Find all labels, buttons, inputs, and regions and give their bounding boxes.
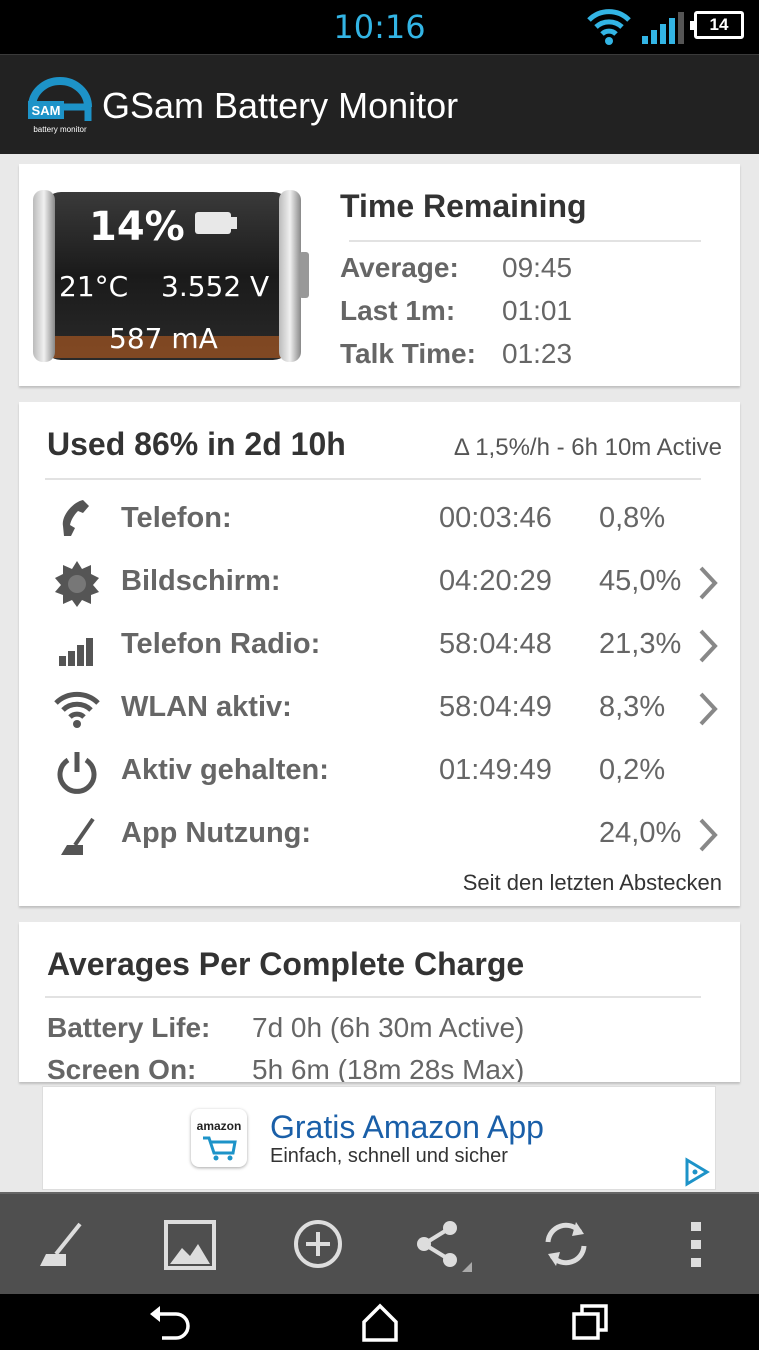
cart-icon xyxy=(203,1136,237,1161)
time-remaining-row: Average: 09:45 xyxy=(340,252,572,284)
back-icon[interactable] xyxy=(148,1302,192,1342)
refresh-icon[interactable] xyxy=(534,1212,598,1276)
usage-subtitle: Δ 1,5%/h - 6h 10m Active xyxy=(453,434,722,461)
row-label: App Nutzung: xyxy=(121,817,312,849)
battery-voltage: 3.552 V xyxy=(161,270,270,303)
signal-bars-icon xyxy=(59,638,93,666)
recents-icon[interactable] xyxy=(568,1302,612,1342)
action-bar: SAM battery monitor GSam Battery Monitor xyxy=(0,54,759,154)
row-label: Talk Time: xyxy=(340,338,476,369)
averages-card: Averages Per Complete Charge Battery Lif… xyxy=(19,922,740,1082)
time-remaining-title: Time Remaining xyxy=(340,188,587,224)
row-time: 58:04:48 xyxy=(439,628,552,660)
home-icon[interactable] xyxy=(358,1302,402,1342)
row-label: Telefon: xyxy=(121,502,232,534)
averages-row: Battery Life: 7d 0h (6h 30m Active) xyxy=(47,1012,524,1044)
share-icon[interactable] xyxy=(410,1212,474,1276)
row-time: 00:03:46 xyxy=(439,502,552,534)
chevron-right-icon[interactable] xyxy=(697,817,719,853)
row-value: 01:01 xyxy=(502,295,573,326)
usage-card: Used 86% in 2d 10h Δ 1,5%/h - 6h 10m Act… xyxy=(19,402,740,906)
usage-row-telefon-radio[interactable]: Telefon Radio: 58:04:48 21,3% xyxy=(19,614,740,674)
row-value: 09:45 xyxy=(502,252,573,283)
logo-subtext: battery monitor xyxy=(33,125,87,134)
wifi-icon xyxy=(54,691,100,728)
power-icon xyxy=(57,752,97,794)
row-label: Last 1m: xyxy=(340,295,456,326)
chevron-right-icon[interactable] xyxy=(697,565,719,601)
chevron-right-icon[interactable] xyxy=(697,691,719,727)
app-title: GSam Battery Monitor xyxy=(102,85,459,126)
row-value: 5h 6m (18m 28s Max) xyxy=(252,1054,525,1082)
usage-row-app-nutzung[interactable]: App Nutzung: 24,0% xyxy=(19,803,740,863)
row-label: Bildschirm: xyxy=(121,565,281,597)
bottom-action-bar xyxy=(0,1192,759,1294)
ad-subtitle: Einfach, schnell und sicher xyxy=(270,1145,508,1167)
averages-title: Averages Per Complete Charge xyxy=(47,946,525,982)
adchoices-icon[interactable] xyxy=(681,1157,711,1187)
battery-temperature: 21°C xyxy=(59,270,129,303)
row-percent: 0,8% xyxy=(599,502,666,534)
usage-title: Used 86% in 2d 10h xyxy=(47,426,346,462)
row-percent: 0,2% xyxy=(599,754,666,786)
battery-icon: 14 xyxy=(690,11,744,39)
usage-row-telefon[interactable]: Telefon: 00:03:46 0,8% xyxy=(19,488,740,548)
usage-row-aktiv-gehalten[interactable]: Aktiv gehalten: 01:49:49 0,2% xyxy=(19,740,740,800)
row-percent: 24,0% xyxy=(599,817,682,849)
usage-row-wlan[interactable]: WLAN aktiv: 58:04:49 8,3% xyxy=(19,677,740,737)
row-percent: 21,3% xyxy=(599,628,682,660)
row-time: 04:20:29 xyxy=(439,565,552,597)
gauge-icon xyxy=(61,817,95,855)
divider xyxy=(349,240,701,242)
row-percent: 8,3% xyxy=(599,691,666,723)
amazon-logo-icon: amazon xyxy=(191,1109,247,1167)
averages-row: Screen On: 5h 6m (18m 28s Max) xyxy=(47,1054,524,1082)
row-time: 58:04:49 xyxy=(439,691,552,723)
row-label: Aktiv gehalten: xyxy=(121,754,329,786)
row-value: 7d 0h (6h 30m Active) xyxy=(252,1012,525,1043)
logo-text: SAM xyxy=(32,103,61,118)
time-remaining-row: Talk Time: 01:23 xyxy=(340,338,572,370)
ad-title[interactable]: Gratis Amazon App xyxy=(270,1109,544,1146)
system-nav-bar xyxy=(0,1294,759,1350)
row-label: Average: xyxy=(340,252,459,283)
brightness-icon xyxy=(55,561,99,607)
row-label: Telefon Radio: xyxy=(121,628,321,660)
row-value: 01:23 xyxy=(502,338,573,369)
wifi-icon xyxy=(587,9,631,45)
signal-icon xyxy=(642,12,684,44)
battery-current: 587 mA xyxy=(109,322,218,355)
add-circle-icon[interactable] xyxy=(286,1212,350,1276)
battery-level-text: 14 xyxy=(709,15,729,34)
image-icon[interactable] xyxy=(158,1212,222,1276)
gauge-icon[interactable] xyxy=(32,1212,96,1276)
time-remaining-row: Last 1m: 01:01 xyxy=(340,295,572,327)
ad-banner[interactable]: amazon Gratis Amazon App Einfach, schnel… xyxy=(42,1086,716,1190)
usage-row-bildschirm[interactable]: Bildschirm: 04:20:29 45,0% xyxy=(19,551,740,611)
row-time: 01:49:49 xyxy=(439,754,552,786)
status-bar: 10:16 14 xyxy=(0,0,759,54)
row-label: WLAN aktiv: xyxy=(121,691,292,723)
phone-icon xyxy=(62,500,89,536)
amazon-logo-text: amazon xyxy=(196,1119,242,1133)
row-label: Battery Life: xyxy=(47,1012,211,1043)
divider xyxy=(45,478,701,480)
row-label: Screen On: xyxy=(47,1054,197,1082)
usage-footer: Seit den letzten Abstecken xyxy=(462,870,722,895)
row-percent: 45,0% xyxy=(599,565,682,597)
divider xyxy=(45,996,701,998)
battery-percent: 14% xyxy=(89,204,185,250)
chevron-right-icon[interactable] xyxy=(697,628,719,664)
battery-status-card: 14% 21°C 3.552 V 587 mA Time Remaining A… xyxy=(19,164,740,386)
gsam-logo-icon[interactable]: SAM battery monitor xyxy=(24,77,96,135)
overflow-menu-icon[interactable] xyxy=(664,1212,728,1276)
